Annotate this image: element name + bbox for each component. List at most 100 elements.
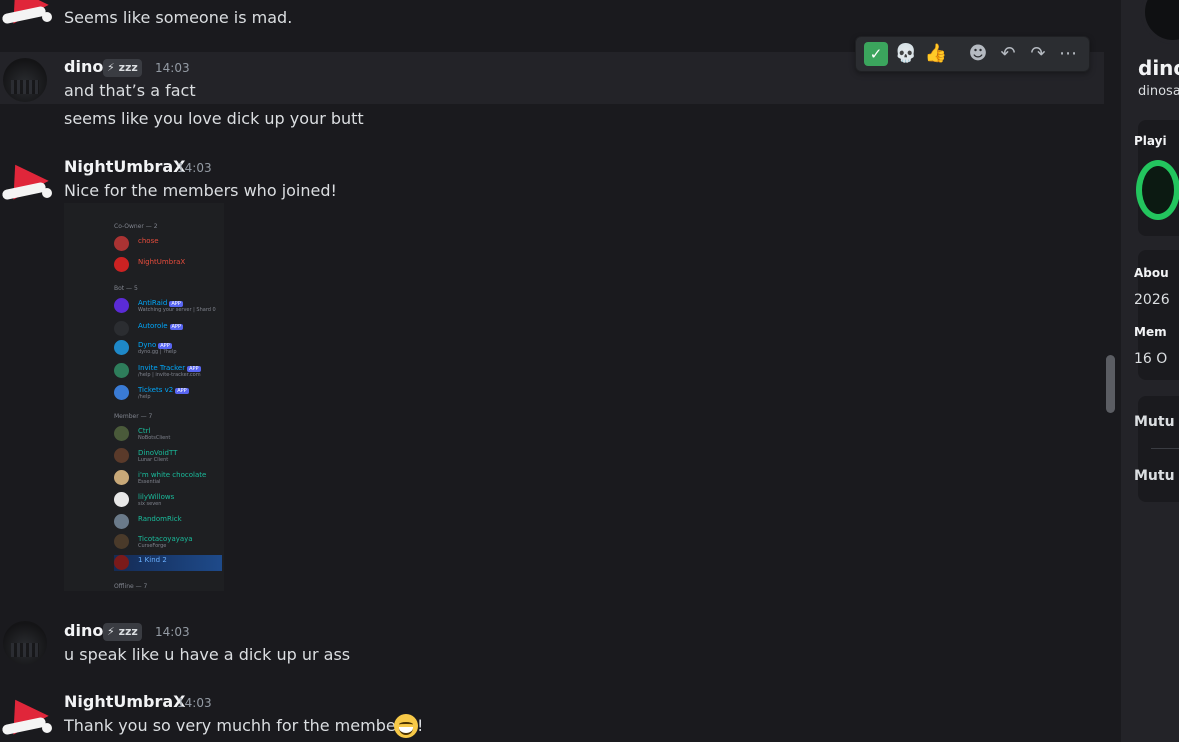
member-name: i'm white chocolate [138, 471, 207, 479]
member-name: DinoVoidTT [138, 449, 178, 457]
app-badge: APP [169, 324, 183, 330]
avatar [114, 257, 129, 272]
about-value: 2026 [1134, 292, 1170, 308]
santa-hat-pompom [42, 12, 52, 22]
bot-name: Tickets v2 [138, 386, 174, 394]
avatar[interactable] [0, 0, 52, 26]
avatar[interactable] [0, 689, 52, 737]
tag-label: zzz [118, 61, 138, 74]
member-name: AntiRaid APP [138, 299, 183, 307]
bot-name: AntiRaid [138, 299, 168, 307]
message-text: Seems like someone is mad. [64, 8, 293, 27]
member-status: /help | invite-tracker.com [138, 372, 201, 378]
member-status: six seven [138, 501, 162, 507]
avatar [114, 534, 129, 549]
member-name: lilyWillows [138, 493, 175, 501]
member-name: Ctrl [138, 427, 151, 435]
member-status: NoBotsClient [138, 435, 171, 441]
member-status: CurseForge [138, 543, 167, 549]
lightning-icon: ⚡ [107, 61, 115, 74]
avatar [114, 321, 129, 336]
lightning-icon: ⚡ [107, 625, 115, 638]
member-since-label: Mem [1134, 325, 1167, 339]
tag-label: zzz [118, 625, 138, 638]
member-name: RandomRick [138, 515, 182, 523]
mutuals-card [1138, 396, 1179, 502]
timestamp[interactable]: 14:03 [155, 625, 190, 639]
author-name[interactable]: dino [64, 621, 103, 640]
message-text: Thank you so very muchh for the members!… [64, 716, 424, 735]
bot-name: Autorole [138, 322, 168, 330]
section-header: Co-Owner — 2 [114, 223, 158, 230]
add-reaction-icon[interactable]: ☻ [966, 42, 990, 66]
member-name: chose [138, 237, 159, 245]
game-icon [1136, 160, 1179, 220]
avatar[interactable] [3, 621, 47, 665]
status-badge: ⚡ zzz [103, 59, 142, 77]
member-status: Essential [138, 479, 161, 485]
avatar [114, 492, 129, 507]
message-actions-toolbar: ✓ 💀 👍 ☻ ↶ ↷ ⋯ [855, 36, 1090, 72]
message-text: seems like you love dick up your butt [64, 109, 364, 128]
message-text: and that’s a fact [64, 81, 196, 100]
profile-username: dinosa [1138, 84, 1179, 99]
playing-label: Playi [1134, 134, 1167, 148]
member-name: NightUmbraX [138, 258, 186, 266]
avatar[interactable] [1141, 0, 1179, 44]
member-name: Dyno APP [138, 341, 172, 349]
member-since-value: 16 O [1134, 351, 1168, 367]
timestamp[interactable]: 14:03 [155, 61, 190, 75]
avatar [114, 385, 129, 400]
profile-display-name: dino [1138, 56, 1179, 80]
santa-hat-pompom [42, 188, 52, 198]
avatar [114, 555, 129, 570]
section-header: Member — 7 [114, 413, 153, 420]
avatar [114, 514, 129, 529]
message-text: Nice for the members who joined! [64, 181, 337, 200]
timestamp[interactable]: 14:03 [177, 161, 212, 175]
author-name[interactable]: NightUmbraX [64, 692, 186, 711]
timestamp[interactable]: 14:03 [177, 696, 212, 710]
member-name: Tickets v2 APP [138, 386, 189, 394]
member-name: Ticotacoyayaya [138, 535, 193, 543]
list-item: 1 Kind 2 [114, 555, 222, 571]
check-reaction-icon[interactable]: ✓ [864, 42, 888, 66]
bot-name: Dyno [138, 341, 157, 349]
about-label: Abou [1134, 266, 1169, 280]
forward-icon[interactable]: ↷ [1026, 42, 1050, 66]
avatar [114, 236, 129, 251]
avatar [114, 470, 129, 485]
avatar [114, 426, 129, 441]
member-status: Lunar Client [138, 457, 169, 463]
section-header: Offline — 7 [114, 583, 148, 590]
message-text: u speak like u have a dick up ur ass [64, 645, 351, 664]
avatar[interactable] [3, 58, 47, 102]
grinning-emoji-icon [394, 714, 418, 738]
mutual-servers-button[interactable]: Mutu [1134, 414, 1175, 430]
more-icon[interactable]: ⋯ [1056, 42, 1080, 66]
author-name[interactable]: dino [64, 57, 103, 76]
avatar [114, 298, 129, 313]
member-name: Invite Tracker APP [138, 364, 201, 372]
mutual-friends-button[interactable]: Mutu [1134, 468, 1175, 484]
app-badge: APP [175, 388, 189, 394]
santa-hat-pompom [42, 723, 52, 733]
member-name: 1 Kind 2 [138, 556, 167, 564]
member-name: Autorole APP [138, 322, 183, 330]
avatar [114, 448, 129, 463]
divider [1151, 448, 1179, 449]
section-header: Bot — 5 [114, 285, 138, 292]
thumbs-up-reaction-icon[interactable]: 👍 [924, 42, 948, 66]
avatar [114, 340, 129, 355]
status-badge: ⚡ zzz [103, 623, 142, 641]
author-name[interactable]: NightUmbraX [64, 157, 186, 176]
attached-image[interactable]: Co-Owner — 2 chose NightUmbraX Bot — 5 A… [64, 203, 224, 591]
avatar[interactable] [0, 154, 52, 202]
reply-icon[interactable]: ↶ [996, 42, 1020, 66]
avatar [114, 363, 129, 378]
scrollbar-thumb[interactable] [1106, 355, 1115, 413]
user-profile-panel: dino dinosa Playi Abou 2026 Mem 16 O Mut… [1120, 0, 1179, 742]
bot-name: Invite Tracker [138, 364, 186, 372]
member-status: dyno.gg | ?help [138, 349, 177, 355]
skull-reaction-icon[interactable]: 💀 [894, 42, 918, 66]
